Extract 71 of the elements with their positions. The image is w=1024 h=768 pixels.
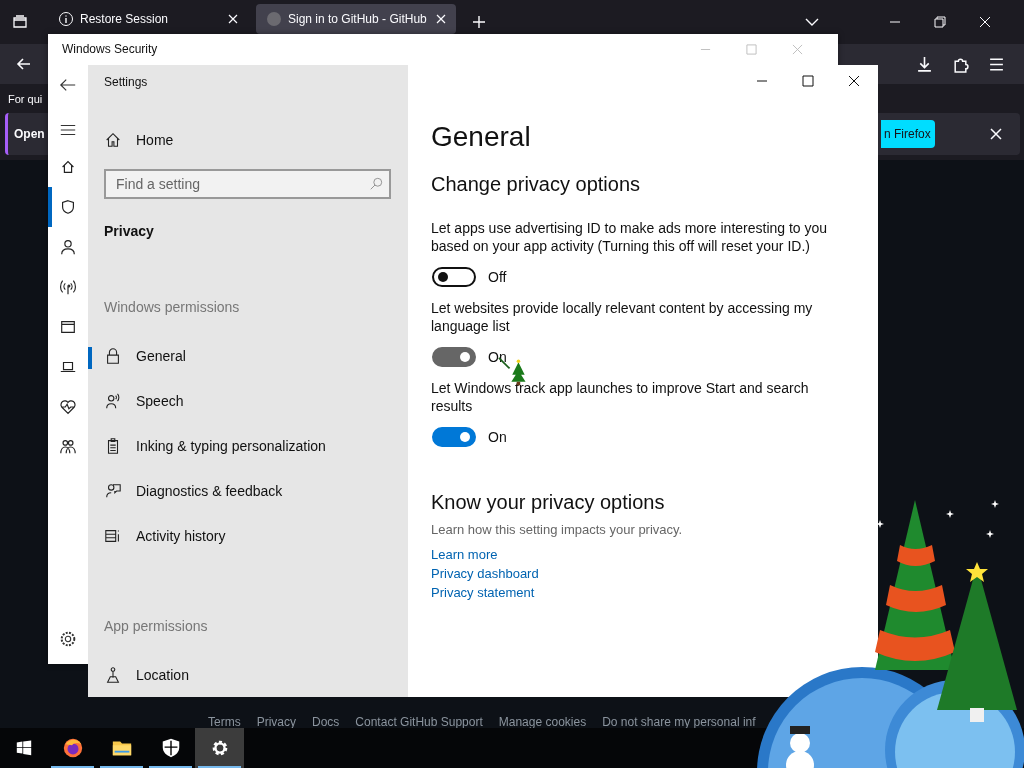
tab-title: Restore Session xyxy=(80,12,170,26)
menu-item[interactable]: Location xyxy=(88,652,408,697)
group-heading: App permissions xyxy=(104,618,209,635)
section-heading: Change privacy options xyxy=(431,173,640,196)
option-description: Let apps use advertising ID to make ads more interesting to you based on your app activity (Turning this off will reset your ID.) xyxy=(431,219,829,255)
info-icon xyxy=(58,11,74,27)
notification-text: Open xyxy=(14,127,45,141)
section-heading: Know your privacy options xyxy=(431,491,665,514)
nav-icon xyxy=(59,318,77,336)
home-icon xyxy=(104,131,122,150)
close-icon[interactable] xyxy=(848,75,860,87)
settings-icon[interactable] xyxy=(59,630,77,648)
menu-item[interactable]: Diagnostics & feedback xyxy=(88,468,408,514)
browser-tab[interactable]: Sign in to GitHub - GitHub xyxy=(256,4,456,34)
browser-tab[interactable]: Restore Session xyxy=(48,4,248,34)
firefox-button[interactable]: n Firefox xyxy=(881,120,935,148)
search-icon xyxy=(369,177,383,192)
footer-link[interactable]: Terms xyxy=(208,715,241,729)
option-description: Let Windows track app launches to improve Start and search results xyxy=(431,379,810,415)
nav-icon xyxy=(59,398,77,416)
page-title: General xyxy=(431,121,531,153)
nav-icon xyxy=(59,438,77,456)
section-title: Privacy xyxy=(104,223,155,240)
footer-link[interactable]: Contact GitHub Support xyxy=(355,715,483,729)
person-feedback-icon xyxy=(104,481,122,500)
group-heading: Windows permissions xyxy=(104,299,241,316)
learn-more-link[interactable]: Learn more xyxy=(431,545,498,564)
privacy-dashboard-link[interactable]: Privacy dashboard xyxy=(431,564,539,583)
toggle-switch[interactable] xyxy=(432,267,476,287)
window-title: Settings xyxy=(104,75,149,89)
toggle-label: On xyxy=(488,349,507,365)
page-text: For qui xyxy=(8,93,43,105)
toggle-label: On xyxy=(488,429,507,445)
home-link[interactable]: Home xyxy=(104,129,408,152)
new-tab-icon[interactable] xyxy=(472,15,486,29)
description-text: Learn how this setting impacts your privacy. xyxy=(431,522,683,537)
window-title: Windows Security xyxy=(62,42,158,56)
taskbar-app[interactable] xyxy=(195,728,244,768)
maximize-icon[interactable] xyxy=(802,75,814,87)
tab-title: Sign in to GitHub - GitHub xyxy=(288,12,428,26)
toggle-switch[interactable] xyxy=(432,347,476,367)
privacy-statement-link[interactable]: Privacy statement xyxy=(431,583,535,602)
nav-icon xyxy=(59,278,77,296)
footer-link[interactable]: Docs xyxy=(312,715,340,729)
download-icon[interactable] xyxy=(916,55,933,73)
tab-list-icon[interactable] xyxy=(12,14,28,30)
footer-link[interactable]: Manage cookies xyxy=(498,715,587,729)
menu-icon[interactable] xyxy=(988,55,1005,73)
windows-start-icon[interactable] xyxy=(16,740,32,756)
firefox-icon xyxy=(61,737,84,759)
nav-icon xyxy=(59,238,77,256)
menu-item[interactable]: Activity history xyxy=(88,513,408,559)
location-pin-icon xyxy=(104,665,122,684)
speech-icon xyxy=(104,391,122,410)
option-description: Let websites provide locally relevant content by accessing my language list xyxy=(431,299,814,335)
nav-icon xyxy=(59,198,77,216)
footer-link[interactable]: Privacy xyxy=(256,715,296,729)
back-arrow-icon[interactable] xyxy=(59,76,77,94)
search-field[interactable]: Find a setting xyxy=(104,169,391,200)
back-arrow-icon[interactable] xyxy=(16,56,32,72)
puzzle-icon[interactable] xyxy=(952,55,969,73)
menu-item[interactable]: General xyxy=(88,333,408,379)
footer-link[interactable]: Do not share my personal inf xyxy=(602,715,756,729)
restore-icon[interactable] xyxy=(934,16,946,28)
toggle-label: Off xyxy=(488,269,507,285)
menu-item[interactable]: Inking & typing personalization xyxy=(88,423,408,469)
chevron-down-icon[interactable] xyxy=(805,18,819,26)
lock-icon xyxy=(104,346,122,365)
nav-icon xyxy=(59,158,77,176)
toggle-switch[interactable] xyxy=(432,427,476,447)
menu-item[interactable]: Speech xyxy=(88,378,408,424)
